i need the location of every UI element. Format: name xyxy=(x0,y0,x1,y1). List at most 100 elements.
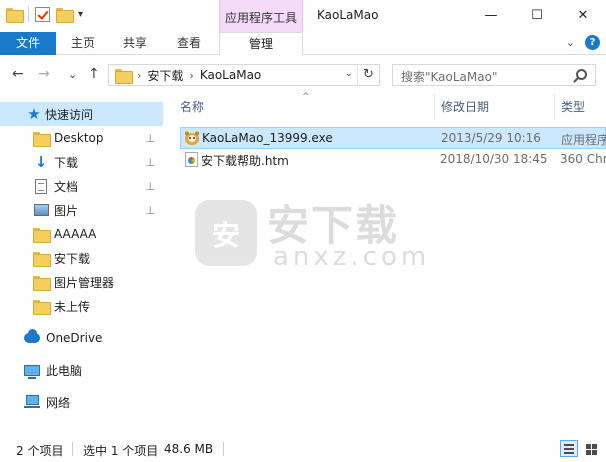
nav-item-label: 未上传 xyxy=(54,299,91,314)
column-divider[interactable] xyxy=(434,94,435,120)
nav-item-label: 安下载 xyxy=(54,251,91,266)
file-name: 安下载帮助.htm xyxy=(201,154,289,168)
network-icon xyxy=(24,395,40,409)
nav-item-label: 快速访问 xyxy=(45,107,94,122)
watermark-shield-icon: 安 xyxy=(195,200,257,266)
details-view-button[interactable] xyxy=(560,440,578,457)
folder-icon xyxy=(33,251,51,267)
tab-view[interactable]: 查看 xyxy=(177,32,201,55)
nav-item-onedrive[interactable]: OneDrive xyxy=(0,326,163,350)
search-placeholder: 搜索"KaoLaMao" xyxy=(401,70,498,84)
column-header-modified[interactable]: 修改日期 xyxy=(441,94,489,120)
nav-item-label: 下载 xyxy=(54,155,79,170)
tab-home[interactable]: 主页 xyxy=(71,32,95,55)
cloud-icon xyxy=(24,329,40,343)
status-divider xyxy=(72,442,73,456)
chevron-down-icon[interactable]: ⌄ xyxy=(345,68,353,79)
qat-divider xyxy=(28,6,29,22)
html-file-icon xyxy=(185,152,198,167)
maximize-button[interactable]: ☐ xyxy=(514,0,560,30)
watermark-shield-char: 安 xyxy=(211,219,240,252)
context-tab-group-label: 应用程序工具 xyxy=(224,11,297,25)
folder-icon xyxy=(33,227,51,243)
computer-icon xyxy=(24,364,40,379)
column-divider[interactable] xyxy=(554,94,555,120)
chevron-right-icon[interactable]: › xyxy=(189,69,193,82)
breadcrumb-item[interactable]: KaoLaMao xyxy=(200,68,261,82)
window-title: KaoLaMao xyxy=(317,8,379,22)
nav-item-label: Desktop xyxy=(54,131,104,145)
properties-icon[interactable] xyxy=(35,6,50,22)
nav-item-not-uploaded[interactable]: 未上传 xyxy=(0,294,163,318)
star-icon: ★ xyxy=(27,105,41,123)
minimize-button[interactable]: — xyxy=(468,0,514,30)
pin-icon: ⊥ xyxy=(145,155,155,169)
status-item-count: 2 个项目 xyxy=(16,444,64,458)
nav-item-quick-access[interactable]: ★ 快速访问 xyxy=(0,102,163,126)
navigation-pane: ★ 快速访问 Desktop ⊥ ↓ 下载 ⊥ 文档 ⊥ 图片 ⊥ AAAAA … xyxy=(0,94,163,436)
expand-ribbon-icon[interactable]: ⌄ xyxy=(566,36,575,49)
sort-ascending-icon: ^ xyxy=(302,92,310,102)
forward-button[interactable]: → xyxy=(38,66,50,82)
nav-item-label: AAAAA xyxy=(54,227,97,241)
nav-item-downloads[interactable]: ↓ 下载 ⊥ xyxy=(0,150,163,174)
pictures-icon xyxy=(33,204,49,216)
table-row[interactable]: KaoLaMao_13999.exe 2013/5/29 10:16 应用程序 xyxy=(180,127,606,149)
tab-share[interactable]: 共享 xyxy=(123,32,147,55)
folder-icon xyxy=(33,275,51,291)
nav-item-label: OneDrive xyxy=(46,331,103,345)
folder-icon xyxy=(115,68,133,84)
watermark: 安 安下载 anxz.com xyxy=(195,190,426,280)
status-selected: 选中 1 个项目 xyxy=(83,444,159,458)
nav-item-label: 文档 xyxy=(54,179,79,194)
up-button[interactable]: ↑ xyxy=(88,66,100,82)
status-divider xyxy=(223,442,224,456)
customize-qat-icon[interactable]: ▾ xyxy=(78,9,83,20)
nav-item-label: 网络 xyxy=(46,395,71,410)
nav-item-desktop[interactable]: Desktop ⊥ xyxy=(0,126,163,150)
column-header-type[interactable]: 类型 xyxy=(561,94,585,120)
file-modified: 2018/10/30 18:45 xyxy=(440,152,548,166)
ribbon-tabs: 文件 主页 共享 查看 管理 ⌄ ? xyxy=(0,32,606,55)
nav-item-label: 图片管理器 xyxy=(54,275,115,290)
file-type: 360 Chrome xyxy=(560,152,606,166)
document-icon xyxy=(35,178,47,194)
tab-file[interactable]: 文件 xyxy=(0,32,56,55)
status-size: 48.6 MB xyxy=(164,442,214,456)
help-icon[interactable]: ? xyxy=(585,35,600,50)
folder-icon xyxy=(6,7,24,23)
search-icon xyxy=(576,69,587,80)
nav-item-pictures[interactable]: 图片 ⊥ xyxy=(0,198,163,222)
nav-item-anxiazai[interactable]: 安下载 xyxy=(0,246,163,270)
new-folder-icon[interactable] xyxy=(56,7,74,23)
nav-item-label: 此电脑 xyxy=(46,363,83,378)
table-row[interactable]: 安下载帮助.htm 2018/10/30 18:45 360 Chrome xyxy=(180,149,606,171)
nav-item-aaaaa[interactable]: AAAAA xyxy=(0,222,163,246)
nav-item-label: 图片 xyxy=(54,203,79,218)
tab-manage[interactable]: 管理 xyxy=(219,32,303,55)
folder-icon xyxy=(33,299,51,315)
folder-icon xyxy=(33,131,51,147)
refresh-button[interactable]: ↻ xyxy=(357,65,379,85)
large-icons-view-button[interactable] xyxy=(582,440,600,457)
breadcrumb-item[interactable]: 安下载 xyxy=(147,67,183,84)
back-button[interactable]: ← xyxy=(12,66,24,82)
nav-item-picture-manager[interactable]: 图片管理器 xyxy=(0,270,163,294)
pin-icon: ⊥ xyxy=(145,179,155,193)
quick-access-toolbar: ▾ xyxy=(6,6,83,23)
nav-item-documents[interactable]: 文档 ⊥ xyxy=(0,174,163,198)
nav-item-network[interactable]: 网络 xyxy=(0,390,163,414)
file-type: 应用程序 xyxy=(561,133,606,147)
chevron-right-icon[interactable]: › xyxy=(137,69,141,82)
pin-icon: ⊥ xyxy=(145,131,155,145)
close-button[interactable]: ✕ xyxy=(560,0,606,30)
nav-item-this-pc[interactable]: 此电脑 xyxy=(0,358,163,382)
download-icon: ↓ xyxy=(34,153,48,171)
file-name: KaoLaMao_13999.exe xyxy=(202,131,333,145)
recent-locations-button[interactable]: ⌄ xyxy=(68,68,77,81)
application-icon xyxy=(185,131,199,145)
address-bar[interactable]: › 安下载 › KaoLaMao ⌄ ↻ xyxy=(108,64,380,86)
column-header-name[interactable]: 名称 xyxy=(180,94,204,120)
search-input[interactable]: 搜索"KaoLaMao" xyxy=(392,64,596,86)
address-toolbar: ← → ⌄ ↑ › 安下载 › KaoLaMao ⌄ ↻ 搜索"KaoLaMao… xyxy=(0,56,606,94)
